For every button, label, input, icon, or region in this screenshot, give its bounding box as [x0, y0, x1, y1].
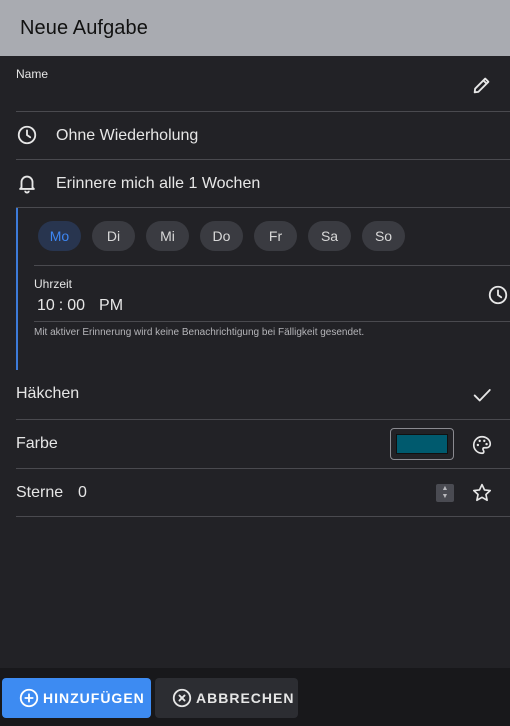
day-chip-sa[interactable]: Sa: [308, 221, 351, 251]
color-row: Farbe: [16, 420, 510, 469]
stars-input[interactable]: 0: [78, 484, 87, 502]
cancel-button-label: ABBRECHEN: [196, 690, 295, 706]
repeat-text: Ohne Wiederholung: [56, 127, 199, 144]
chevron-up-icon[interactable]: ▲: [442, 485, 449, 493]
day-chip-mo[interactable]: Mo: [38, 221, 81, 251]
time-value[interactable]: 10 : 00 PM: [37, 297, 123, 315]
reminder-row[interactable]: Erinnere mich alle 1 Wochen: [16, 160, 510, 208]
cancel-circle-icon: [172, 688, 192, 708]
color-label: Farbe: [16, 435, 58, 452]
checkmark-label: Häkchen: [16, 385, 80, 402]
day-chip-di[interactable]: Di: [92, 221, 135, 251]
clock-icon[interactable]: [486, 283, 510, 307]
palette-icon[interactable]: [470, 433, 494, 457]
star-icon[interactable]: [470, 481, 494, 505]
time-separator: :: [58, 297, 64, 314]
add-button-label: HINZUFÜGEN: [43, 690, 145, 706]
day-chip-do[interactable]: Do: [200, 221, 243, 251]
chevron-down-icon[interactable]: ▼: [442, 493, 449, 501]
checkmark-row[interactable]: Häkchen: [16, 370, 510, 420]
day-chip-fr[interactable]: Fr: [254, 221, 297, 251]
time-minutes[interactable]: 00: [67, 297, 85, 315]
stars-label: Sterne: [16, 484, 64, 501]
reminder-text: Erinnere mich alle 1 Wochen: [56, 175, 261, 192]
time-hours[interactable]: 10: [37, 297, 55, 315]
bell-icon: [16, 172, 40, 196]
name-field[interactable]: Name: [16, 56, 510, 112]
reminder-hint: Mit aktiver Erinnerung wird keine Benach…: [34, 327, 365, 338]
repeat-row[interactable]: Ohne Wiederholung: [16, 112, 510, 160]
time-field-label: Uhrzeit: [34, 277, 73, 291]
time-ampm[interactable]: PM: [99, 297, 123, 315]
dialog-title: Neue Aufgabe: [20, 16, 148, 39]
dialog-actions: HINZUFÜGEN ABBRECHEN: [0, 668, 510, 726]
add-button[interactable]: HINZUFÜGEN: [2, 678, 151, 718]
dialog-header: Neue Aufgabe: [0, 0, 510, 56]
stars-row: Sterne 0 ▲ ▼: [16, 469, 510, 517]
pencil-icon[interactable]: [470, 73, 494, 97]
color-swatch[interactable]: [396, 434, 448, 454]
dialog-content: Name Ohne Wiederholung Erinnere mich all…: [0, 56, 510, 668]
weekday-selector: Mo Di Mi Do Fr Sa So: [38, 221, 405, 251]
cancel-button[interactable]: ABBRECHEN: [155, 678, 298, 718]
color-picker[interactable]: [390, 428, 454, 460]
stars-stepper[interactable]: ▲ ▼: [436, 484, 454, 502]
name-field-label: Name: [16, 67, 49, 81]
day-chip-mi[interactable]: Mi: [146, 221, 189, 251]
check-icon[interactable]: [470, 383, 494, 407]
add-circle-icon: [19, 688, 39, 708]
reminder-panel: Mo Di Mi Do Fr Sa So Uhrzeit 10 : 00 PM: [16, 208, 510, 370]
day-chip-so[interactable]: So: [362, 221, 405, 251]
time-field[interactable]: Uhrzeit 10 : 00 PM: [34, 265, 510, 322]
clock-icon: [16, 124, 40, 148]
